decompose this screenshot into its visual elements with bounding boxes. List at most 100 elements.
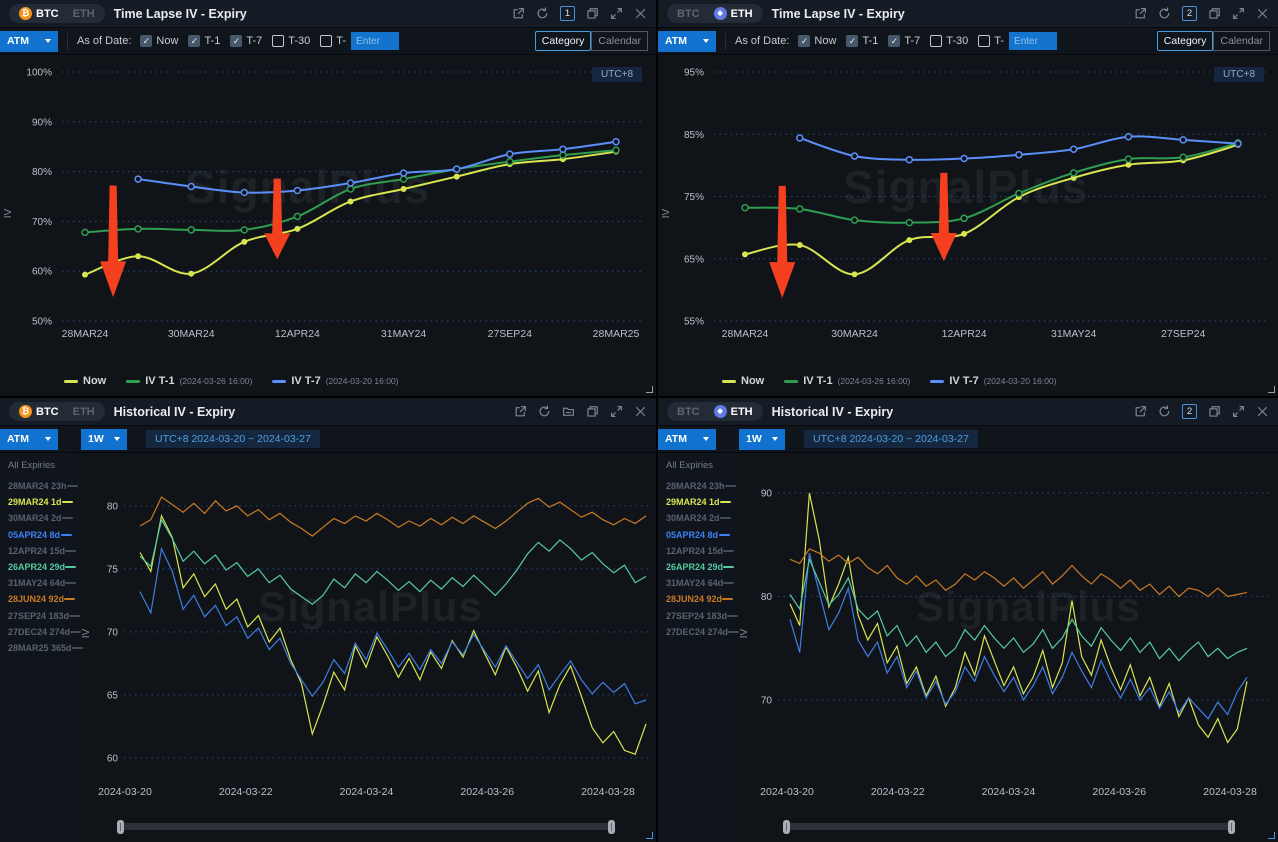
chart-canvas[interactable]: 60657075802024-03-202024-03-222024-03-24…: [78, 453, 656, 805]
coin-tab-eth[interactable]: ETH: [67, 405, 101, 419]
view-button-category[interactable]: Category: [1157, 31, 1214, 51]
external-link-icon[interactable]: [1134, 405, 1147, 418]
slider-handle-left[interactable]: [117, 820, 124, 834]
expiry-item[interactable]: 27SEP24 183d: [8, 608, 72, 624]
expiry-item[interactable]: 27DEC24 274d: [8, 624, 72, 640]
checkbox-t-1[interactable]: ✓T-1: [188, 35, 220, 47]
expiry-item[interactable]: 31MAY24 64d: [666, 575, 730, 591]
checkbox-now[interactable]: ✓Now: [798, 35, 836, 47]
series-line-29mar24-1d[interactable]: [140, 516, 646, 754]
series-marker[interactable]: [294, 213, 300, 219]
series-marker[interactable]: [961, 215, 967, 221]
series-marker[interactable]: [401, 186, 407, 192]
expiry-item[interactable]: 28MAR24 23h: [8, 478, 72, 494]
resize-handle[interactable]: [1268, 832, 1275, 839]
expiry-item[interactable]: 12APR24 15d: [666, 543, 730, 559]
series-marker[interactable]: [797, 242, 803, 248]
series-line-now[interactable]: [745, 145, 1238, 274]
checkbox-t-7[interactable]: ✓T-7: [230, 35, 262, 47]
series-marker[interactable]: [188, 271, 194, 277]
series-marker[interactable]: [294, 226, 300, 232]
coin-tab-btc[interactable]: BTC: [671, 7, 706, 21]
resize-handle[interactable]: [646, 832, 653, 839]
series-marker[interactable]: [135, 176, 141, 182]
view-button-category[interactable]: Category: [535, 31, 592, 51]
strike-type-select[interactable]: ATM: [0, 31, 58, 52]
chart-canvas[interactable]: 55%65%75%85%95%28MAR2430MAR2412APR2431MA…: [658, 55, 1278, 367]
series-marker[interactable]: [241, 190, 247, 196]
series-marker[interactable]: [852, 271, 858, 277]
refresh-icon[interactable]: [1158, 405, 1171, 418]
series-line-now[interactable]: [85, 152, 616, 275]
expiry-item[interactable]: 27DEC24 274d: [666, 624, 730, 640]
window-number-badge[interactable]: 2: [1182, 6, 1197, 21]
external-link-icon[interactable]: [514, 405, 527, 418]
expiry-item[interactable]: 28MAR24 23h: [666, 478, 730, 494]
refresh-icon[interactable]: [538, 405, 551, 418]
series-marker[interactable]: [797, 135, 803, 141]
legend-item-now[interactable]: Now: [722, 375, 764, 387]
series-marker[interactable]: [507, 151, 513, 157]
expiry-item[interactable]: 29MAR24 1d: [666, 494, 730, 510]
series-marker[interactable]: [188, 184, 194, 190]
coin-tab-btc[interactable]: ₿BTC: [13, 6, 65, 21]
series-marker[interactable]: [294, 188, 300, 194]
series-marker[interactable]: [961, 231, 967, 237]
expiry-item[interactable]: 29MAR24 1d: [8, 494, 72, 510]
slider-track[interactable]: [120, 823, 612, 830]
strike-type-select[interactable]: ATM: [658, 429, 716, 450]
checkbox-t-[interactable]: T-: [320, 35, 346, 47]
expiry-item[interactable]: 28MAR25 365d: [8, 640, 72, 656]
legend-item-iv-t-1[interactable]: IV T-1(2024-03-26 16:00): [126, 375, 252, 387]
series-marker[interactable]: [797, 206, 803, 212]
checkbox-now[interactable]: ✓Now: [140, 35, 178, 47]
t-custom-input[interactable]: [1009, 32, 1057, 50]
coin-tab-eth[interactable]: ◆ETH: [708, 404, 759, 419]
coin-tab-btc[interactable]: BTC: [671, 405, 706, 419]
expiry-item[interactable]: 26APR24 29d: [8, 559, 72, 575]
series-line-05apr24-8d[interactable]: [140, 549, 646, 704]
expiry-item[interactable]: 26APR24 29d: [666, 559, 730, 575]
resize-handle[interactable]: [646, 386, 653, 393]
series-marker[interactable]: [906, 220, 912, 226]
t-custom-input[interactable]: [351, 32, 399, 50]
series-marker[interactable]: [613, 147, 619, 153]
period-select[interactable]: 1W: [81, 429, 127, 450]
chart-canvas[interactable]: 50%60%70%80%90%100%28MAR2430MAR2412APR24…: [0, 55, 656, 367]
legend-item-iv-t-1[interactable]: IV T-1(2024-03-26 16:00): [784, 375, 910, 387]
strike-type-select[interactable]: ATM: [658, 31, 716, 52]
series-marker[interactable]: [1180, 154, 1186, 160]
series-marker[interactable]: [1016, 152, 1022, 158]
series-marker[interactable]: [1071, 170, 1077, 176]
series-marker[interactable]: [241, 227, 247, 233]
series-marker[interactable]: [906, 237, 912, 243]
series-marker[interactable]: [135, 226, 141, 232]
folder-icon[interactable]: [562, 405, 575, 418]
series-line-05apr24-8d[interactable]: [790, 553, 1247, 719]
expiry-item[interactable]: 27SEP24 183d: [666, 608, 730, 624]
series-marker[interactable]: [560, 146, 566, 152]
series-marker[interactable]: [348, 198, 354, 204]
coin-tab-btc[interactable]: ₿BTC: [13, 404, 65, 419]
strike-type-select[interactable]: ATM: [0, 429, 58, 450]
expiry-item[interactable]: 30MAR24 2d: [8, 510, 72, 526]
window-number-badge[interactable]: 1: [560, 6, 575, 21]
close-icon[interactable]: [1256, 405, 1269, 418]
series-marker[interactable]: [852, 153, 858, 159]
series-marker[interactable]: [1071, 146, 1077, 152]
series-marker[interactable]: [454, 166, 460, 172]
legend-item-iv-t-7[interactable]: IV T-7(2024-03-20 16:00): [272, 375, 398, 387]
series-marker[interactable]: [560, 152, 566, 158]
series-marker[interactable]: [241, 239, 247, 245]
series-marker[interactable]: [852, 217, 858, 223]
series-marker[interactable]: [613, 139, 619, 145]
expand-icon[interactable]: [610, 7, 623, 20]
duplicate-icon[interactable]: [1208, 7, 1221, 20]
checkbox-t-[interactable]: T-: [978, 35, 1004, 47]
view-button-calendar[interactable]: Calendar: [1213, 31, 1270, 51]
duplicate-icon[interactable]: [586, 7, 599, 20]
checkbox-t-30[interactable]: T-30: [272, 35, 310, 47]
series-line-28jun24-92d[interactable]: [790, 549, 1247, 597]
series-marker[interactable]: [348, 180, 354, 186]
refresh-icon[interactable]: [1158, 7, 1171, 20]
